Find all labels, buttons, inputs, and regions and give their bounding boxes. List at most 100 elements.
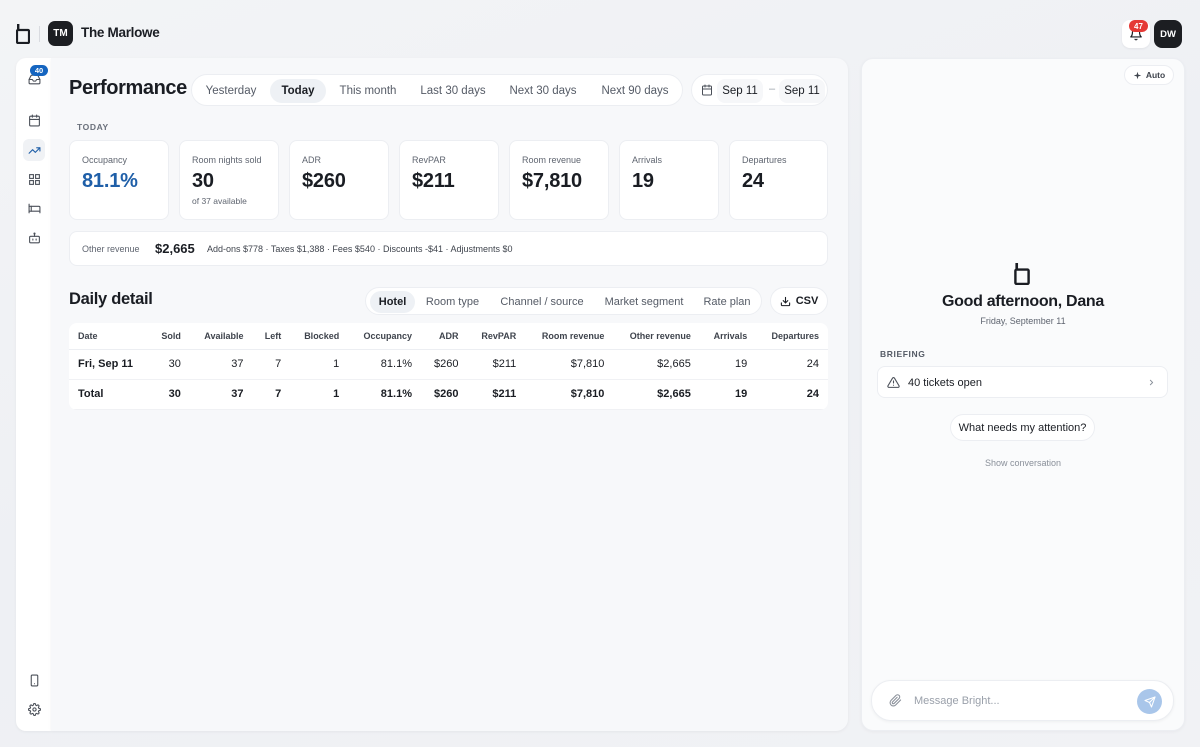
tab-yesterday[interactable]: Yesterday: [196, 79, 266, 103]
table-cell: 19: [699, 379, 757, 410]
table-cell: 81.1%: [348, 379, 421, 410]
column-header[interactable]: Other revenue: [613, 323, 700, 350]
tab-next-90-days[interactable]: Next 90 days: [594, 79, 676, 103]
user-avatar[interactable]: DW: [1154, 20, 1182, 48]
tab-channel-source[interactable]: Channel / source: [492, 291, 592, 313]
daily-detail-table: Date Sold Available Left Blocked Occupan…: [69, 323, 828, 410]
table-cell: 7: [252, 379, 291, 410]
column-header[interactable]: Occupancy: [348, 323, 421, 350]
message-composer: [871, 680, 1174, 721]
rail-item-performance[interactable]: [23, 139, 45, 161]
briefing-label: BRIEFING: [880, 349, 926, 359]
table-cell: $211: [467, 349, 526, 380]
column-header[interactable]: Left: [252, 323, 291, 350]
table-cell: 30: [148, 379, 190, 410]
date-range-tabs: Yesterday Today This month Last 30 days …: [191, 74, 683, 106]
table-row[interactable]: Fri, Sep 11 30 37 7 1 81.1% $260 $211 $7…: [69, 349, 828, 380]
table-cell: 1: [290, 349, 349, 380]
tab-market-segment[interactable]: Market segment: [598, 291, 690, 313]
tab-rate-plan[interactable]: Rate plan: [698, 291, 756, 313]
topbar-divider: [39, 26, 40, 42]
tab-room-type[interactable]: Room type: [421, 291, 484, 313]
grid-icon: [28, 173, 40, 185]
tab-today[interactable]: Today: [270, 79, 326, 103]
calendar-icon[interactable]: [701, 84, 713, 96]
kpi-sublabel: of 37 available: [192, 196, 247, 206]
rail-item-settings[interactable]: [23, 698, 45, 720]
kpi-value: 19: [632, 170, 654, 192]
kpi-card-adr: ADR $260: [289, 140, 389, 220]
column-header[interactable]: Blocked: [290, 323, 349, 350]
kpi-card-arrivals: Arrivals 19: [619, 140, 719, 220]
tab-next-30-days[interactable]: Next 30 days: [502, 79, 584, 103]
tab-this-month[interactable]: This month: [332, 79, 404, 103]
rail-item-rooms[interactable]: [23, 197, 45, 219]
paperclip-icon[interactable]: [889, 694, 902, 707]
table-cell: $2,665: [613, 349, 700, 380]
table-cell: 37: [189, 349, 253, 380]
kpi-value: $211: [412, 170, 455, 192]
kpi-card-room-revenue: Room revenue $7,810: [509, 140, 609, 220]
date-to-field[interactable]: Sep 11: [779, 79, 825, 103]
column-header[interactable]: RevPAR: [467, 323, 526, 350]
workspace-name[interactable]: The Marlowe: [81, 25, 160, 40]
assistant-greeting: Good afternoon, Dana: [941, 293, 1104, 310]
rail-item-assistant[interactable]: [23, 227, 45, 249]
column-header[interactable]: Arrivals: [699, 323, 757, 350]
kpi-label: Departures: [742, 155, 787, 165]
kpi-value: $7,810: [522, 170, 582, 192]
show-conversation-link[interactable]: Show conversation: [861, 458, 1185, 468]
table-cell: 1: [290, 379, 349, 410]
kpi-value: $260: [302, 170, 346, 192]
date-separator: –: [769, 83, 776, 95]
table-cell: 24: [756, 349, 828, 380]
send-button[interactable]: [1137, 689, 1162, 714]
table-cell: 81.1%: [348, 349, 421, 380]
table-cell: 37: [189, 379, 253, 410]
kpi-label: ADR: [302, 155, 322, 165]
table-cell: $7,810: [525, 379, 614, 410]
page-title: Performance: [69, 77, 187, 99]
table-cell: $2,665: [613, 379, 700, 410]
open-tickets-item[interactable]: 40 tickets open: [877, 366, 1168, 398]
tab-last-30-days[interactable]: Last 30 days: [412, 79, 494, 103]
table-cell: 24: [756, 379, 828, 410]
app-logo-icon[interactable]: [16, 24, 30, 44]
rail-item-mobile[interactable]: [23, 669, 45, 691]
other-revenue-breakdown: Add-ons $778 · Taxes $1,388 · Fees $540 …: [207, 244, 513, 254]
table-cell: 30: [148, 349, 190, 380]
bed-icon: [28, 203, 40, 213]
table-cell: $260: [420, 349, 468, 380]
kpi-value: 81.1%: [82, 170, 138, 192]
daily-detail-title: Daily detail: [69, 290, 153, 308]
kpi-value: 24: [742, 170, 764, 192]
column-header[interactable]: Departures: [756, 323, 828, 350]
tab-hotel[interactable]: Hotel: [370, 291, 415, 313]
kpi-card-occupancy: Occupancy 81.1%: [69, 140, 169, 220]
group-by-tabs: Hotel Room type Channel / source Market …: [365, 287, 762, 315]
column-header[interactable]: Available: [189, 323, 253, 350]
chevron-right-icon: [1149, 379, 1154, 386]
rail-item-calendar[interactable]: [23, 109, 45, 131]
column-header[interactable]: ADR: [420, 323, 468, 350]
message-input[interactable]: [914, 692, 1124, 710]
column-header[interactable]: Date: [69, 323, 149, 350]
notifications-count-badge: 47: [1129, 20, 1148, 32]
robot-icon: [28, 232, 40, 243]
column-header[interactable]: Room revenue: [525, 323, 614, 350]
csv-export-button[interactable]: CSV: [770, 287, 828, 315]
column-header[interactable]: Sold: [148, 323, 190, 350]
auto-mode-button[interactable]: Auto: [1124, 65, 1174, 85]
trending-up-icon: [28, 146, 40, 154]
rail-item-grid[interactable]: [23, 168, 45, 190]
kpi-label: Room revenue: [522, 155, 582, 165]
workspace-badge[interactable]: TM: [48, 21, 73, 46]
suggestion-chip[interactable]: What needs my attention?: [950, 414, 1095, 441]
kpi-card-room-nights: Room nights sold 30 of 37 available: [179, 140, 279, 220]
calendar-icon: [28, 114, 40, 126]
date-from-field[interactable]: Sep 11: [717, 79, 763, 103]
table-cell: 19: [699, 349, 757, 380]
section-label-today: TODAY: [77, 122, 109, 132]
assistant-date: Friday, September 11: [980, 316, 1066, 326]
tickets-text: 40 tickets open: [908, 377, 982, 389]
